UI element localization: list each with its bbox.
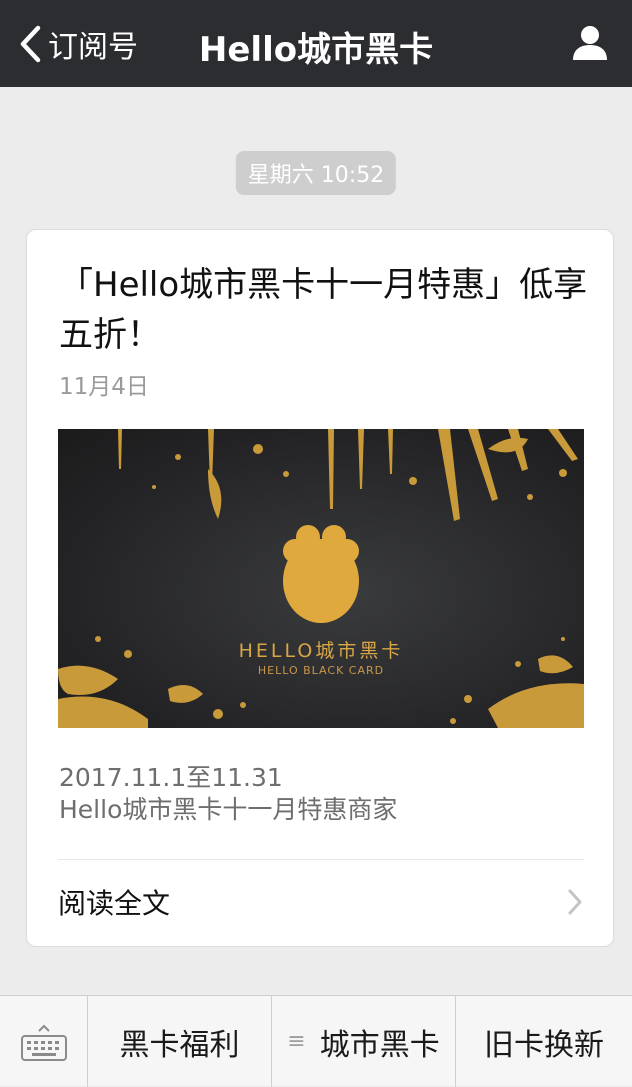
read-more-label: 阅读全文 <box>58 887 171 920</box>
menu-item-label: 旧卡换新 <box>484 1027 604 1063</box>
menu-item-city-card[interactable]: ≡ 城市黑卡 <box>272 996 456 1087</box>
chevron-right-icon <box>568 889 582 915</box>
top-navbar: 订阅号 Hello城市黑卡 <box>0 0 632 87</box>
menu-item-welfare[interactable]: 黑卡福利 <box>88 996 272 1087</box>
gold-splatter-art <box>58 429 584 728</box>
menu-item-label: 黑卡福利 <box>119 1027 240 1063</box>
menu-item-card-renewal[interactable]: 旧卡换新 <box>456 996 632 1087</box>
read-more-link[interactable]: 阅读全文 <box>58 866 584 938</box>
article-title: 「Hello城市黑卡十一月特惠」低享五折！ <box>59 265 588 355</box>
description-line-1: 2017.11.1至11.31 <box>59 763 283 792</box>
description-line-2: Hello城市黑卡十一月特惠商家 <box>59 795 398 824</box>
cover-brand-text: HELLO城市黑卡 <box>238 640 404 662</box>
keyboard-icon <box>20 1024 67 1061</box>
back-button[interactable]: 订阅号 <box>18 24 138 65</box>
article-cover-image: HELLO城市黑卡 HELLO BLACK CARD <box>58 429 584 728</box>
profile-button[interactable] <box>570 22 610 62</box>
article-description: 2017.11.1至11.31 Hello城市黑卡十一月特惠商家 <box>59 762 589 826</box>
menu-item-label: 城市黑卡 <box>319 1027 440 1063</box>
keyboard-toggle-button[interactable] <box>0 996 88 1087</box>
message-timestamp: 星期六 10:52 <box>235 151 397 195</box>
submenu-lines-icon: ≡ <box>287 1029 306 1054</box>
divider <box>58 859 584 860</box>
cover-sub-text: HELLO BLACK CARD <box>257 664 385 677</box>
bottom-menu-bar: 黑卡福利 ≡ 城市黑卡 旧卡换新 <box>0 995 632 1087</box>
article-date: 11月4日 <box>59 374 149 400</box>
article-card[interactable]: 「Hello城市黑卡十一月特惠」低享五折！ 11月4日 HELLO城市黑卡 HE… <box>26 229 614 947</box>
back-label: 订阅号 <box>48 30 138 65</box>
person-icon <box>573 26 607 60</box>
chevron-left-icon <box>20 25 41 63</box>
